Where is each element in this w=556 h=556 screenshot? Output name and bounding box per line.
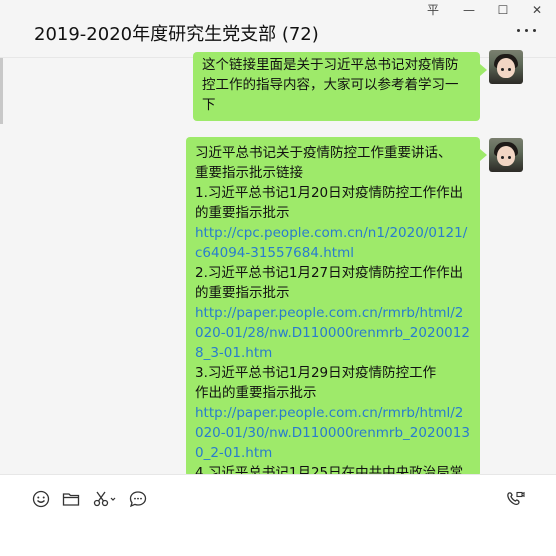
folder-icon[interactable] <box>61 489 81 509</box>
message-line: 作出的重要指示批示 <box>195 385 317 401</box>
input-toolbar <box>0 474 556 556</box>
message-link[interactable]: c64094-31557684.html <box>195 243 471 263</box>
message-bubble[interactable]: 习近平总书记关于疫情防控工作重要讲话、 重要指示批示链接 1.习近平总书记1月20日… <box>186 137 487 481</box>
message-line: 1.习近平总书记1月20日对疫情防控工作作出 <box>195 185 464 201</box>
message-link[interactable]: 020-01/30/nw.D110000renmrb_2020013 <box>195 423 471 443</box>
message-link[interactable]: 8_3-01.htm <box>195 343 471 363</box>
message-bubble[interactable]: 这个链接里面是关于习近平总书记对疫情防 控工作的指导内容，大家可以参考着学习一 … <box>193 52 487 121</box>
pin-button[interactable]: 平 <box>418 0 448 20</box>
title-bar: 2019-2020年度研究生党支部 (72) 平 — ☐ ✕ <box>0 0 556 58</box>
message-line: 重要指示批示链接 <box>195 165 303 181</box>
message-line: 下 <box>202 97 216 113</box>
chat-history-icon[interactable] <box>128 489 148 509</box>
emoji-icon[interactable] <box>31 489 51 509</box>
video-call-icon[interactable] <box>505 489 525 509</box>
message-line: 3.习近平总书记1月29日对疫情防控工作 <box>195 365 437 381</box>
avatar[interactable] <box>489 138 523 172</box>
message-link[interactable]: http://cpc.people.com.cn/n1/2020/0121/ <box>195 223 471 243</box>
message-line: 2.习近平总书记1月27日对疫情防控工作作出 <box>195 265 464 281</box>
message-link[interactable]: http://paper.people.com.cn/rmrb/html/2 <box>195 303 471 323</box>
scroll-indicator <box>0 58 3 124</box>
more-options-icon[interactable] <box>516 26 538 34</box>
avatar[interactable] <box>489 50 523 84</box>
chat-title: 2019-2020年度研究生党支部 (72) <box>34 24 319 45</box>
message-link[interactable]: 020-01/28/nw.D110000renmrb_2020012 <box>195 323 471 343</box>
message-link[interactable]: 0_2-01.htm <box>195 443 471 463</box>
message-line: 控工作的指导内容，大家可以参考着学习一 <box>202 77 459 93</box>
maximize-button[interactable]: ☐ <box>488 0 518 20</box>
message-line: 的重要指示批示 <box>195 285 290 301</box>
message-line: 这个链接里面是关于习近平总书记对疫情防 <box>202 57 459 73</box>
message-link[interactable]: http://paper.people.com.cn/rmrb/html/2 <box>195 403 471 423</box>
message-line: 的重要指示批示 <box>195 205 290 221</box>
minimize-button[interactable]: — <box>454 0 484 20</box>
close-button[interactable]: ✕ <box>522 0 552 20</box>
scissors-icon[interactable] <box>92 489 118 509</box>
message-line: 习近平总书记关于疫情防控工作重要讲话、 <box>195 145 452 161</box>
